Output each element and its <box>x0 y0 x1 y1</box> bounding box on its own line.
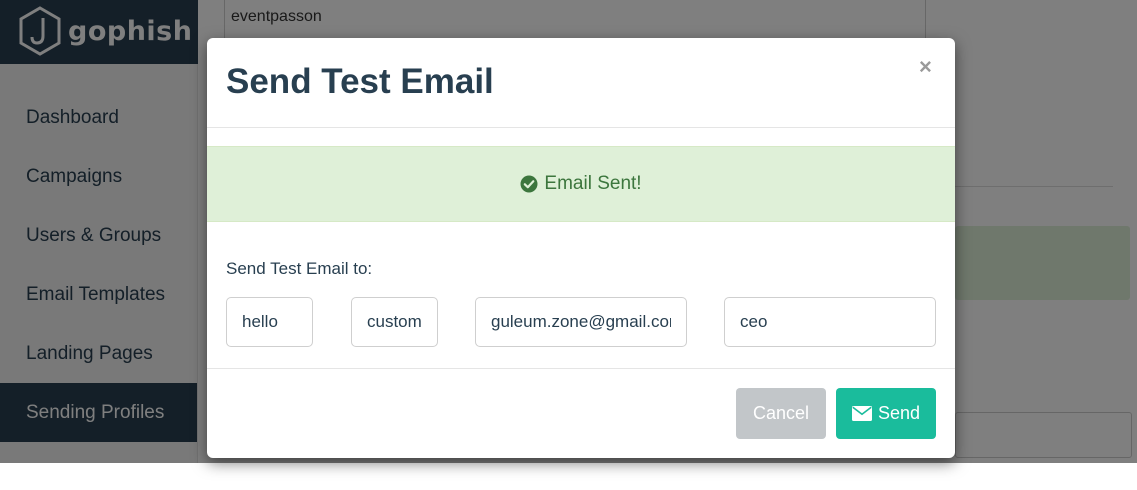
send-button[interactable]: Send <box>836 388 936 439</box>
modal-header: Send Test Email × <box>207 38 955 128</box>
cancel-button[interactable]: Cancel <box>736 388 826 439</box>
last-name-input[interactable] <box>351 297 438 347</box>
modal-footer: Cancel Send <box>207 368 955 459</box>
send-to-label: Send Test Email to: <box>226 259 373 278</box>
email-input[interactable] <box>475 297 687 347</box>
first-name-input[interactable] <box>226 297 313 347</box>
modal-title: Send Test Email <box>226 62 494 101</box>
cancel-button-label: Cancel <box>752 403 810 423</box>
close-icon[interactable]: × <box>919 54 932 80</box>
position-input[interactable] <box>724 297 936 347</box>
envelope-icon <box>851 406 872 421</box>
check-circle-icon <box>520 175 538 193</box>
send-test-email-modal: Send Test Email × Email Sent! Send Test … <box>207 38 955 458</box>
send-button-label: Send <box>877 403 921 423</box>
alert-message: Email Sent! <box>544 173 642 194</box>
success-alert: Email Sent! <box>207 146 955 222</box>
